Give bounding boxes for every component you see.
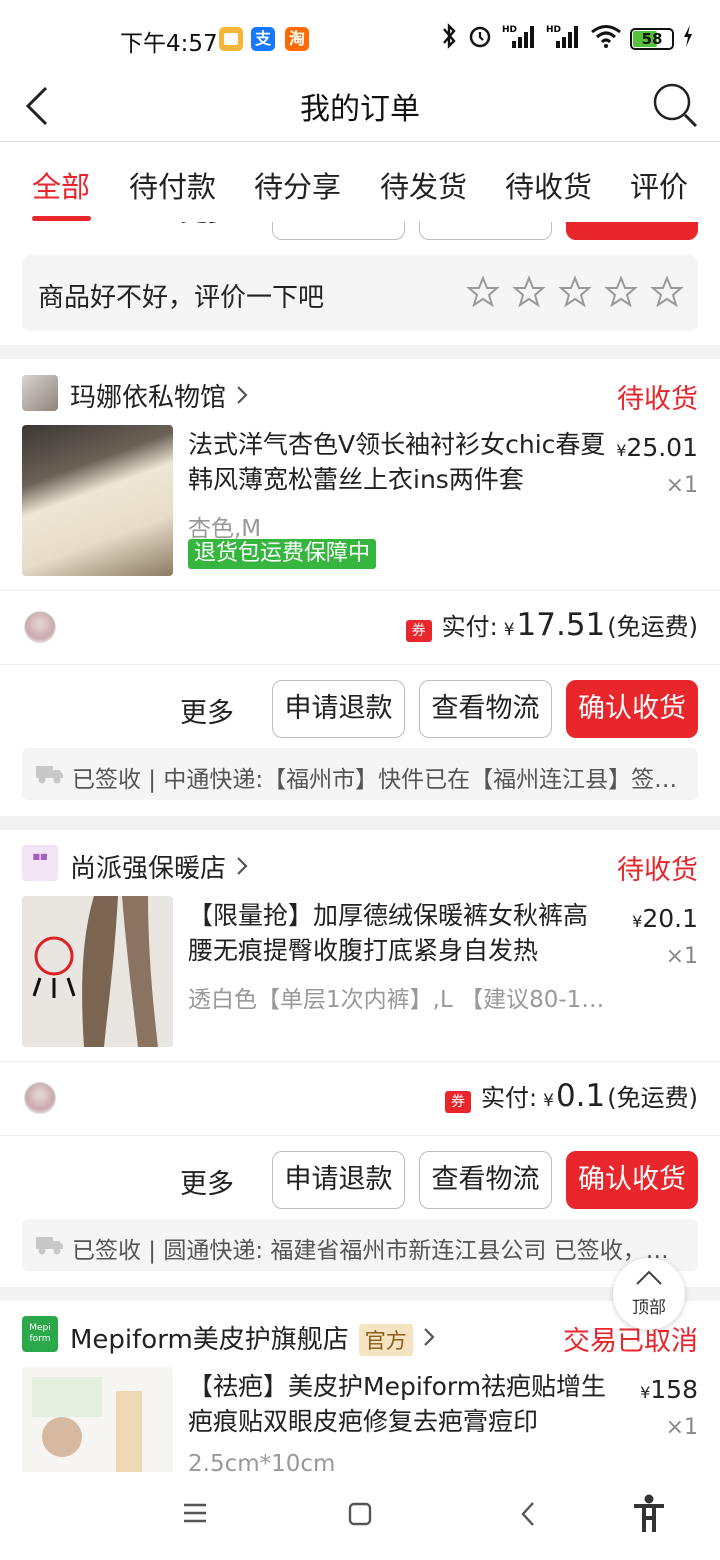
truck-icon (36, 766, 63, 784)
tab-pending-payment[interactable]: 待付款 (129, 164, 216, 206)
more-button[interactable]: 更多 (180, 222, 234, 229)
bluetooth-icon (440, 22, 458, 56)
order-status: 待收货 (617, 855, 698, 886)
order-card-previous: 更多 商品好不好，评价一下吧 (0, 222, 720, 345)
signal-hd-icon: HD (502, 23, 538, 55)
paid-amount: 券 实付: ¥ 17.51 (免运费) (405, 607, 698, 643)
taobao-app-icon: 淘 (285, 27, 309, 51)
coupon-icon: 券 (405, 620, 432, 642)
refund-button[interactable]: 申请退款 (272, 1151, 405, 1209)
shop-name[interactable]: Mepiform美皮护旗舰店 官方 (70, 1319, 437, 1356)
refund-button[interactable] (272, 222, 405, 240)
product-price: ¥158 (640, 1375, 698, 1404)
refund-button[interactable]: 申请退款 (272, 680, 405, 738)
tab-pending-shipment[interactable]: 待发货 (380, 164, 467, 206)
svg-text:HD: HD (502, 25, 517, 35)
tab-pending-receipt[interactable]: 待收货 (505, 164, 592, 206)
charging-icon (682, 24, 694, 54)
review-button[interactable] (566, 222, 698, 240)
home-icon[interactable] (348, 1502, 372, 1530)
order-card[interactable]: ■■ 尚派强保暖店 待收货 【限量抢】加厚德绒保暖裤女秋裤高腰无痕提臀收腹打底紧… (0, 830, 720, 1287)
logistics-button[interactable]: 查看物流 (419, 680, 552, 738)
chevron-up-icon (636, 1270, 662, 1285)
order-list[interactable]: 更多 商品好不好，评价一下吧 玛娜依私物馆 待收货 法式洋气杏色V领长袖衬衫女c… (0, 222, 720, 1472)
logistics-button[interactable]: 查看物流 (419, 1151, 552, 1209)
menu-icon[interactable] (183, 1502, 207, 1528)
status-bar: 下午4:57 支 淘 HD HD 58 (0, 0, 720, 70)
order-card[interactable]: 玛娜依私物馆 待收货 法式洋气杏色V领长袖衬衫女chic春夏韩风薄宽松蕾丝上衣i… (0, 359, 720, 816)
logistics-text: 已签收 | 中通快递:【福州市】快件已在【福州连江县】签收，签收人：本人，如有疑… (72, 767, 682, 793)
return-shipping-badge: 退货包运费保障中 (188, 539, 377, 569)
logistics-info[interactable]: 已签收 | 圆通快递: 福建省福州市新连江县公司 已签收，签收人：本人 (22, 1219, 698, 1271)
battery-icon: 58 (630, 28, 674, 50)
product-quantity: ×1 (665, 1415, 698, 1440)
system-nav-bar (0, 1472, 720, 1560)
star-icon[interactable] (558, 275, 592, 309)
product-spec: 杏色,M (188, 516, 262, 542)
page-title: 我的订单 (300, 92, 420, 127)
star-icon[interactable] (650, 275, 684, 309)
accessibility-icon[interactable] (632, 1494, 666, 1538)
star-icon[interactable] (512, 275, 546, 309)
svg-text:HD: HD (546, 25, 561, 35)
product-quantity: ×1 (665, 944, 698, 969)
back-nav-icon[interactable] (519, 1501, 537, 1531)
shop-logo: Mepi form (22, 1316, 58, 1352)
product-image[interactable] (22, 1367, 173, 1472)
signal-hd-icon-2: HD (546, 23, 582, 55)
chevron-right-icon (421, 1325, 437, 1355)
rating-prompt: 商品好不好，评价一下吧 (22, 255, 698, 331)
logistics-text: 已签收 | 圆通快递: 福建省福州市新连江县公司 已签收，签收人：本人 (72, 1238, 682, 1264)
alarm-icon (466, 22, 494, 56)
product-price: ¥20.1 (632, 904, 698, 933)
truck-icon (36, 1237, 63, 1255)
order-tabs: 全部 待付款 待分享 待发货 待收货 评价 (0, 142, 720, 222)
shop-name[interactable]: 玛娜依私物馆 (70, 377, 250, 414)
shop-logo (22, 375, 58, 411)
paid-amount: 券 实付: ¥ 0.1 (免运费) (445, 1078, 698, 1114)
official-badge: 官方 (358, 1324, 413, 1356)
avatar (24, 1082, 56, 1114)
product-spec: 2.5cm*10cm (188, 1451, 336, 1472)
product-title[interactable]: 【祛疤】美皮护Mepiform祛疤贴增生疤痕贴双眼皮疤修复去疤膏痘印 (188, 1369, 608, 1439)
product-spec: 透白色【单层1次内裤】,L 【建议80-100斤】 (188, 987, 618, 1013)
more-button[interactable]: 更多 (180, 1162, 234, 1201)
product-title[interactable]: 法式洋气杏色V领长袖衬衫女chic春夏韩风薄宽松蕾丝上衣ins两件套 (188, 427, 608, 497)
tab-review[interactable]: 评价 (630, 164, 688, 206)
product-title[interactable]: 【限量抢】加厚德绒保暖裤女秋裤高腰无痕提臀收腹打底紧身自发热 (188, 898, 608, 968)
rating-prompt-text: 商品好不好，评价一下吧 (38, 283, 325, 313)
status-time: 下午4:57 (120, 31, 218, 57)
wifi-icon (590, 24, 622, 54)
tab-pending-share[interactable]: 待分享 (254, 164, 341, 206)
order-status: 待收货 (617, 384, 698, 415)
header: 我的订单 (0, 70, 720, 142)
shop-name[interactable]: 尚派强保暖店 (70, 848, 250, 885)
star-icon[interactable] (604, 275, 638, 309)
product-quantity: ×1 (665, 473, 698, 498)
logistics-info[interactable]: 已签收 | 中通快递:【福州市】快件已在【福州连江县】签收，签收人：本人，如有疑… (22, 748, 698, 800)
product-price: ¥25.01 (616, 433, 698, 462)
order-card[interactable]: Mepi form Mepiform美皮护旗舰店 官方 交易已取消 【祛疤】美皮护M… (0, 1301, 720, 1472)
alipay-app-icon: 支 (251, 27, 275, 51)
chevron-right-icon (234, 854, 250, 884)
product-image[interactable] (22, 896, 173, 1047)
more-button[interactable]: 更多 (180, 691, 234, 730)
search-icon[interactable] (652, 80, 698, 130)
shop-logo: ■■ (22, 845, 58, 881)
back-to-top-button[interactable]: 顶部 (613, 1258, 685, 1330)
confirm-receipt-button[interactable]: 确认收货 (566, 680, 698, 738)
tab-all[interactable]: 全部 (32, 164, 90, 206)
product-image[interactable] (22, 425, 173, 576)
coupon-icon: 券 (445, 1091, 472, 1113)
notes-app-icon (219, 27, 243, 51)
active-tab-indicator (32, 216, 91, 221)
logistics-button[interactable] (419, 222, 552, 240)
star-icon[interactable] (466, 275, 500, 309)
avatar (24, 611, 56, 643)
chevron-right-icon (234, 383, 250, 413)
confirm-receipt-button[interactable]: 确认收货 (566, 1151, 698, 1209)
